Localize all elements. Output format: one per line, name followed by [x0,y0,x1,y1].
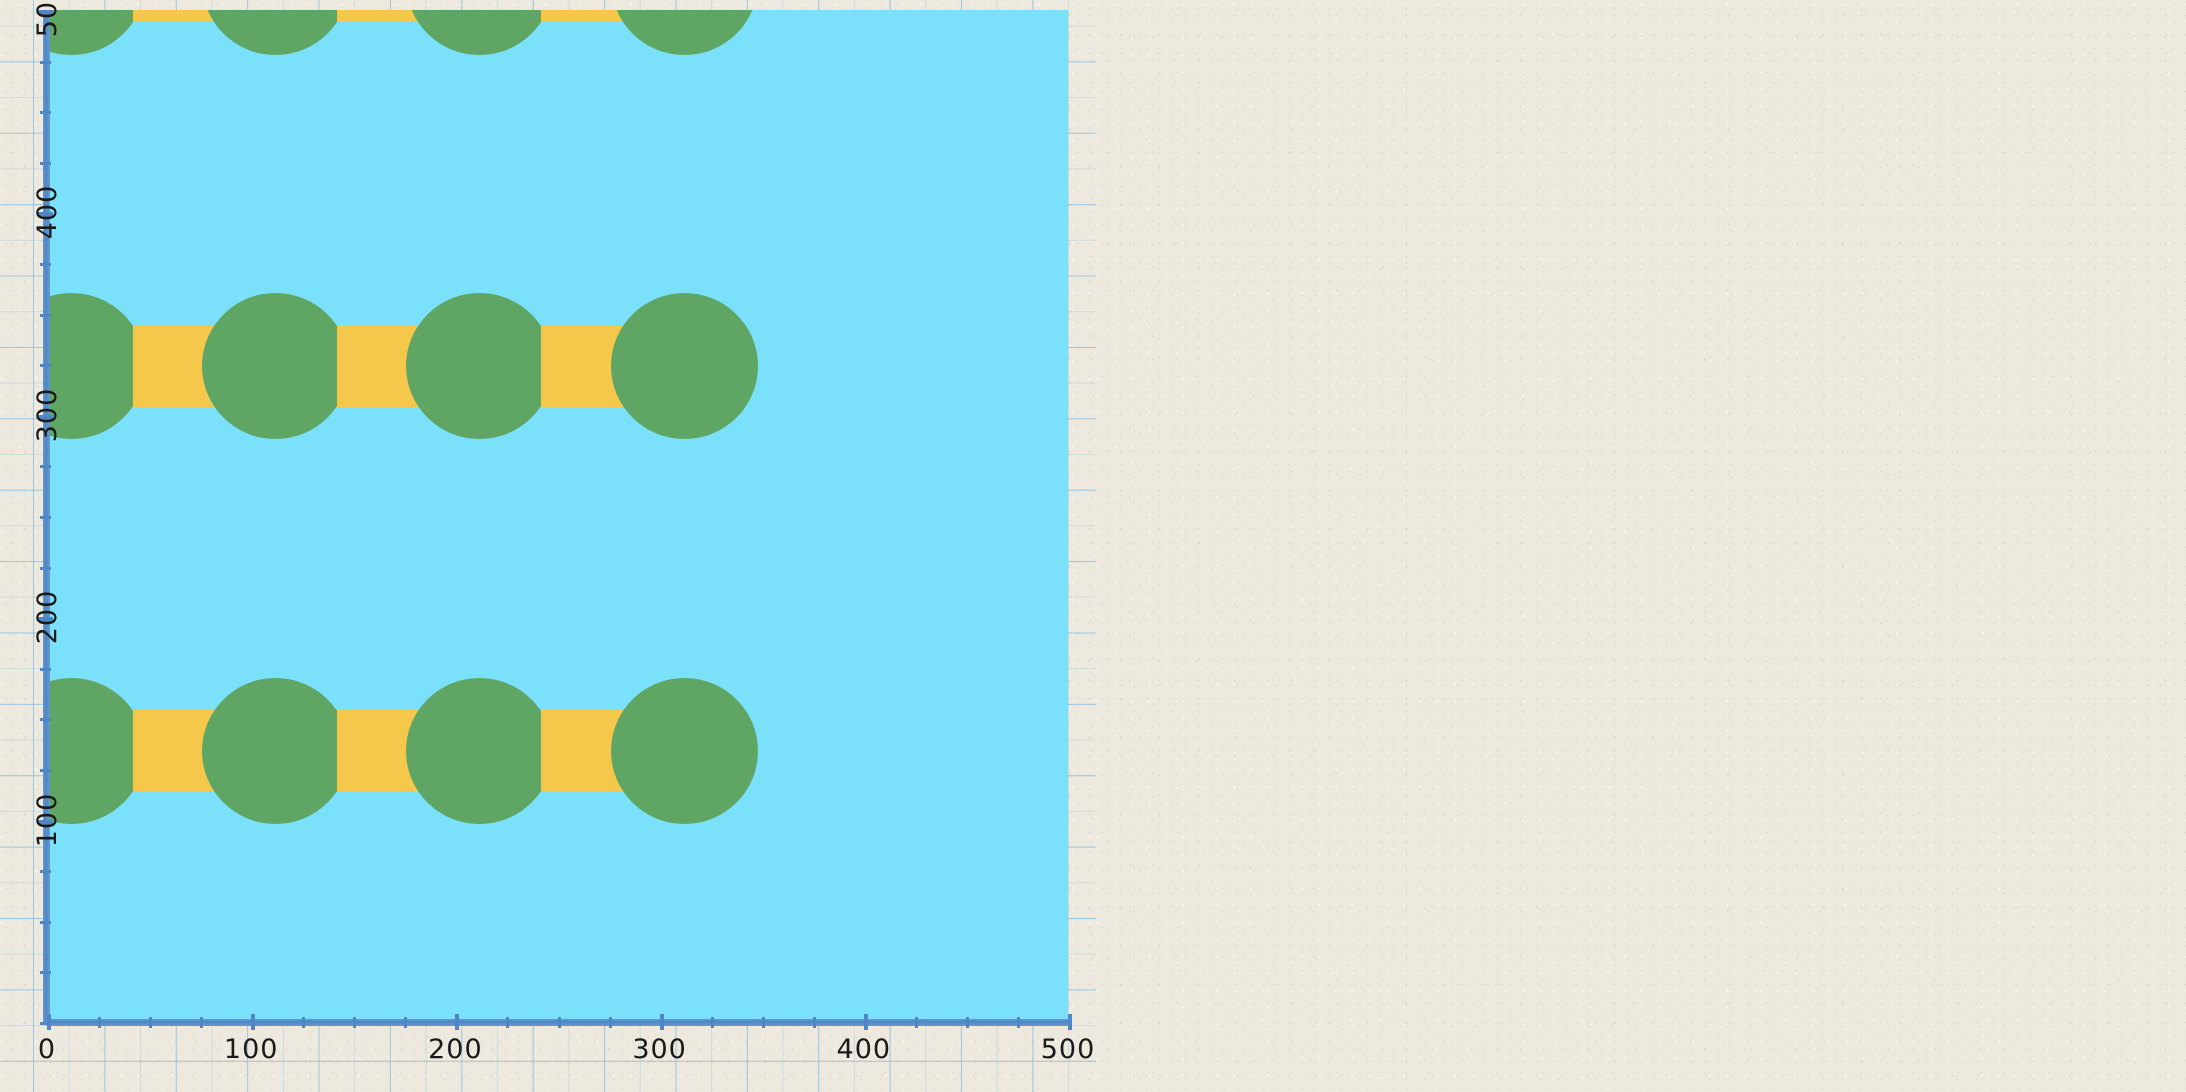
x-axis-label: 500 [1040,1034,1096,1065]
canvas-circle[interactable] [202,293,350,440]
x-axis-tick [404,1017,408,1028]
y-axis-tick [40,566,51,570]
x-axis-tick [353,1017,357,1028]
y-axis-tick [40,667,51,671]
canvas-circle[interactable] [610,677,758,824]
x-axis-label: 0 [37,1034,57,1065]
x-axis-tick [98,1017,102,1028]
x-axis-tick [149,1017,153,1028]
y-axis-label: 500 [31,0,63,38]
x-axis-tick [710,1017,714,1028]
y-axis-tick [40,60,51,64]
design-canvas-panel: 0 100 200 300 400 500 100 200 300 400 500 [0,0,1096,1092]
y-axis-tick [40,718,51,722]
y-axis-tick [40,465,51,469]
x-axis-tick [659,1014,664,1030]
y-axis-tick [40,263,51,266]
canvas-square[interactable] [132,10,215,23]
x-axis-tick [1016,1017,1020,1028]
x-axis-tick [812,1017,816,1028]
x-axis-tick [506,1017,510,1028]
design-plot-area[interactable] [47,10,1068,1022]
x-axis-tick [608,1017,612,1028]
y-axis-tick [40,516,51,519]
canvas-square[interactable] [541,10,623,23]
x-axis-label: 200 [428,1034,483,1065]
x-axis-tick [965,1017,969,1028]
x-axis-tick [914,1017,918,1028]
canvas-circle[interactable] [202,677,350,824]
x-axis-tick [455,1014,460,1030]
canvas-circle[interactable] [406,677,554,824]
x-axis-tick [302,1017,306,1028]
x-axis-tick [761,1017,765,1028]
y-axis-tick [40,364,51,368]
y-axis-tick [40,920,51,924]
x-axis-tick [863,1014,868,1030]
program-panel: How To Make My Design 1 fill with 2 stra… [1096,0,2186,1092]
app-root: 0 100 200 300 400 500 100 200 300 400 500 How To M… [0,0,2186,1092]
canvas-circle[interactable] [406,293,554,440]
x-axis-tick [200,1017,204,1028]
y-axis-tick [40,1022,51,1025]
x-axis-label: 400 [836,1034,892,1065]
y-axis-label: 400 [31,185,63,240]
y-axis-tick [40,313,51,317]
y-axis-tick [40,111,51,115]
y-axis-label: 200 [31,589,63,645]
canvas-circle[interactable] [610,10,758,55]
x-axis-label: 300 [632,1034,687,1065]
canvas-square[interactable] [336,10,419,23]
y-axis-tick [40,161,51,165]
y-axis-tick [40,971,51,975]
y-axis-label: 100 [31,792,63,847]
y-axis-tick [40,769,51,772]
x-axis-label: 100 [223,1034,279,1065]
y-axis-label: 300 [31,387,63,443]
canvas-circle[interactable] [610,293,758,440]
canvas-circle[interactable] [202,10,350,55]
x-axis-tick [1068,1014,1072,1030]
y-axis-tick [40,870,51,874]
x-axis-tick [557,1017,561,1028]
canvas-circle[interactable] [406,10,554,55]
x-axis-tick [251,1014,256,1030]
